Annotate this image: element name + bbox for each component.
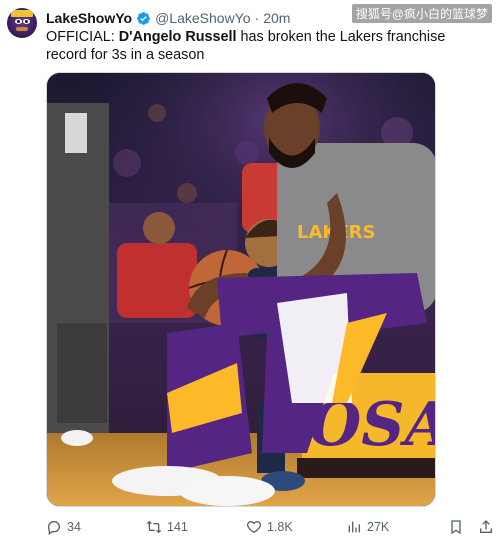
- tweet-text-prefix: OFFICIAL:: [46, 29, 119, 45]
- action-bar: 34 141 1.8K 27K: [46, 516, 492, 538]
- like-button[interactable]: 1.8K: [246, 516, 293, 538]
- handle[interactable]: @LakeShowYo: [155, 10, 250, 26]
- share-icon: [480, 520, 492, 533]
- retweet-button[interactable]: 141: [146, 516, 188, 538]
- retweet-icon: [146, 520, 162, 534]
- tweet-header: LakeShowYo @LakeShowYo · 20m: [46, 9, 290, 27]
- bookmark-icon: [451, 520, 461, 535]
- photo-illustration: OSA LAKERS: [47, 73, 435, 506]
- tweet[interactable]: LakeShowYo @LakeShowYo · 20m 搜狐号@疯小白的篮球梦…: [0, 0, 500, 546]
- tweet-photo[interactable]: OSA LAKERS: [46, 72, 436, 507]
- avatar[interactable]: [7, 8, 37, 38]
- separator-dot: ·: [254, 10, 260, 26]
- timestamp[interactable]: 20m: [263, 10, 290, 26]
- display-name[interactable]: LakeShowYo: [46, 10, 132, 26]
- reply-button[interactable]: 34: [46, 516, 81, 538]
- views-button[interactable]: 27K: [346, 516, 389, 538]
- like-count: 1.8K: [267, 520, 293, 534]
- share-button[interactable]: [478, 516, 494, 538]
- tweet-text: OFFICIAL: D'Angelo Russell has broken th…: [46, 28, 486, 64]
- tweet-text-name: D'Angelo Russell: [118, 29, 237, 45]
- bookmark-button[interactable]: [448, 516, 464, 538]
- retweet-count: 141: [167, 520, 188, 534]
- reply-count: 34: [67, 520, 81, 534]
- watermark: 搜狐号@疯小白的篮球梦: [351, 4, 492, 23]
- reply-icon: [47, 521, 61, 535]
- views-bar-chart-icon: [348, 521, 360, 533]
- views-count: 27K: [367, 520, 390, 534]
- heart-icon: [247, 520, 261, 534]
- verified-badge-icon: [136, 11, 151, 26]
